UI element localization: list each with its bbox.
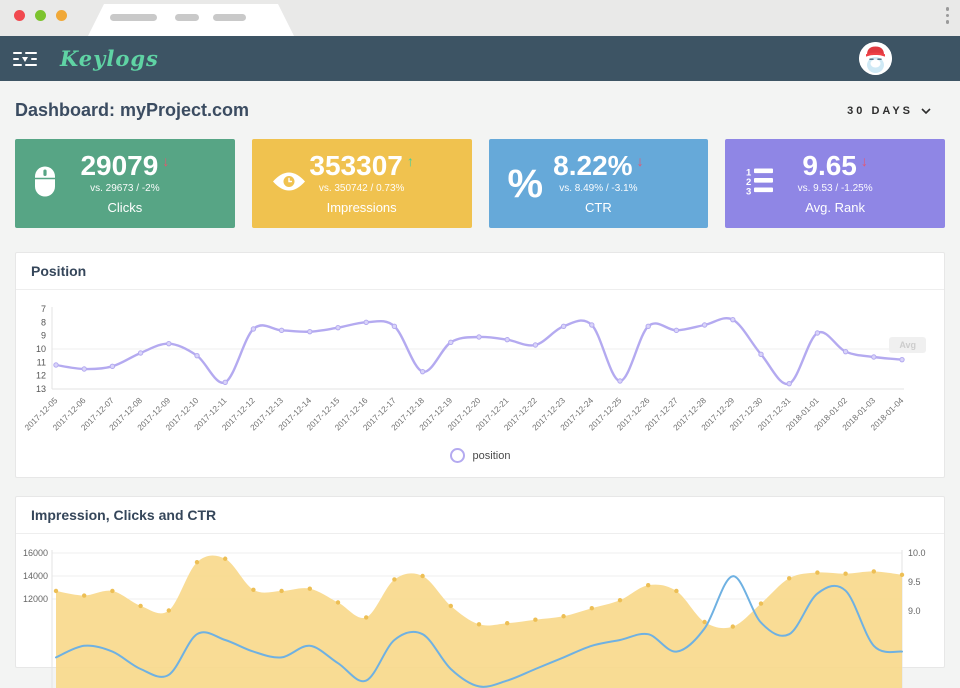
impressions-card: 353307 ↑ vs. 350742 / 0.73% Impressions xyxy=(251,139,472,228)
page-header: Dashboard: myProject.com 30 DAYS xyxy=(0,81,960,137)
svg-text:14000: 14000 xyxy=(23,571,48,581)
svg-text:9.5: 9.5 xyxy=(908,577,921,587)
maximize-window-icon[interactable] xyxy=(56,10,67,21)
sidebar-toggle-button[interactable] xyxy=(13,49,39,69)
avg-rank-card: 123 9.65 ↓ vs. 9.53 / -1.25% Avg. Rank xyxy=(725,139,945,228)
clicks-card: 29079 ↓ vs. 29673 / -2% Clicks xyxy=(15,139,235,228)
ctr-value: 8.22% xyxy=(553,150,633,181)
position-legend[interactable]: position xyxy=(16,442,944,467)
trend-down-icon: ↓ xyxy=(636,153,644,169)
trend-up-icon: ↑ xyxy=(406,153,414,169)
position-panel: Position 7 8 9 10 11 12 13 2017-12-05 2017-12-06… xyxy=(15,252,945,478)
avatar-face-icon xyxy=(859,42,892,75)
legend-label: position xyxy=(472,449,511,462)
ctr-compare: vs. 8.49% / -3.1% xyxy=(559,183,638,194)
svg-text:9: 9 xyxy=(41,331,46,341)
browser-chrome xyxy=(0,0,960,36)
svg-text:13: 13 xyxy=(36,384,46,394)
svg-text:12: 12 xyxy=(36,371,46,381)
legend-marker-icon xyxy=(449,448,465,463)
date-range-dropdown[interactable]: 30 DAYS xyxy=(847,105,931,117)
chevron-down-icon xyxy=(921,107,931,114)
clicks-compare: vs. 29673 / -2% xyxy=(90,183,160,194)
impressions-compare: vs. 350742 / 0.73% xyxy=(318,183,405,194)
avg-badge: Avg xyxy=(889,337,926,353)
avg-rank-compare: vs. 9.53 / -1.25% xyxy=(797,183,873,194)
app-navbar: Keylogs xyxy=(0,36,960,81)
impressions-label: Impressions xyxy=(326,200,397,215)
svg-text:12000: 12000 xyxy=(23,594,48,604)
browser-menu-kebab-icon[interactable] xyxy=(945,7,949,24)
user-avatar[interactable] xyxy=(859,42,892,75)
filter-menu-icon xyxy=(13,51,37,66)
browser-tab[interactable] xyxy=(88,4,294,36)
date-range-label: 30 DAYS xyxy=(847,104,913,117)
trend-down-icon: ↓ xyxy=(162,153,170,169)
svg-text:9.0: 9.0 xyxy=(908,606,921,616)
svg-text:16000: 16000 xyxy=(23,548,48,558)
metrics-panel-title: Impression, Clicks and CTR xyxy=(16,497,944,534)
position-chart[interactable]: 789101112132017-12-052017-12-062017-12-0… xyxy=(22,294,937,442)
clicks-value: 29079 xyxy=(80,150,159,181)
metrics-chart[interactable]: 16000 14000 12000 10.0 9.5 9.0 xyxy=(22,538,937,688)
svg-text:10.0: 10.0 xyxy=(908,548,926,558)
svg-text:11: 11 xyxy=(37,357,46,367)
svg-text:10: 10 xyxy=(36,344,46,354)
clicks-label: Clicks xyxy=(107,200,143,215)
avg-rank-label: Avg. Rank xyxy=(805,200,865,215)
position-panel-title: Position xyxy=(16,253,944,290)
stat-cards-row: 29079 ↓ vs. 29673 / -2% Clicks 353307 ↑ vs… xyxy=(15,139,945,228)
svg-text:7: 7 xyxy=(41,304,46,314)
ctr-card: % 8.22% ↓ vs. 8.49% / -3.1% CTR xyxy=(488,139,709,228)
svg-text:8: 8 xyxy=(41,317,46,327)
tab-skeleton-bar xyxy=(110,14,157,21)
trend-down-icon: ↓ xyxy=(860,153,868,169)
impressions-value: 353307 xyxy=(309,150,403,181)
avg-rank-value: 9.65 xyxy=(802,150,857,181)
page-title: Dashboard: myProject.com xyxy=(15,100,250,120)
close-window-icon[interactable] xyxy=(14,10,25,21)
metrics-panel: Impression, Clicks and CTR 16000 14000 120… xyxy=(15,496,945,688)
tab-skeleton-bar xyxy=(175,14,199,21)
tab-skeleton-bar xyxy=(213,14,246,21)
app-logo[interactable]: Keylogs xyxy=(60,46,159,71)
minimize-window-icon[interactable] xyxy=(35,10,46,21)
